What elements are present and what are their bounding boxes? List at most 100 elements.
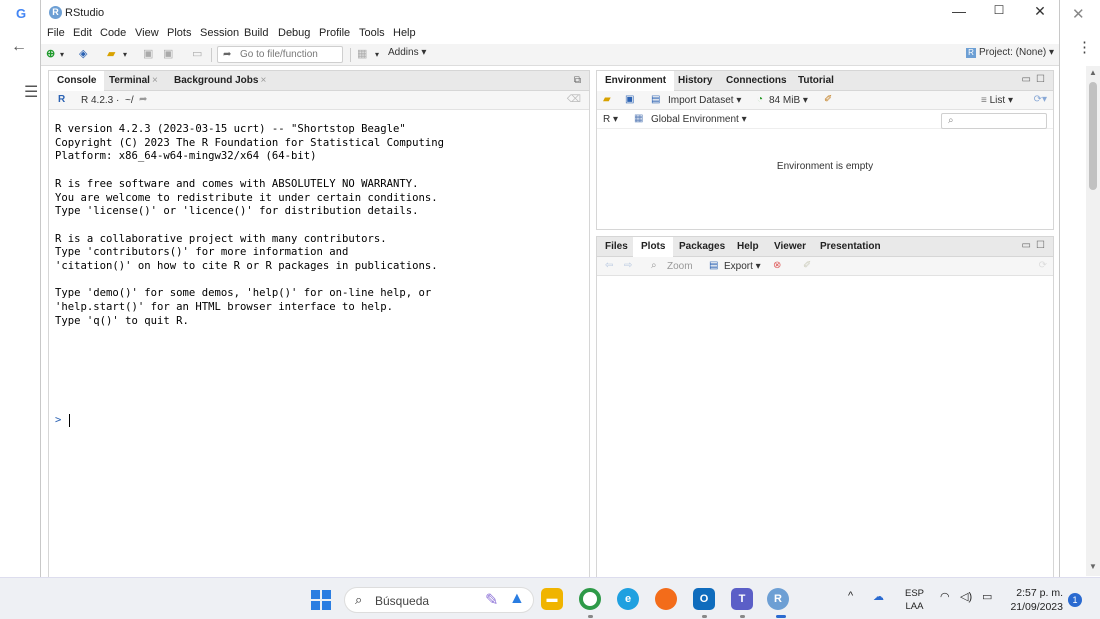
menu-plots[interactable]: Plots [167, 27, 191, 39]
clear-console-icon[interactable]: ⌫ [567, 94, 581, 105]
system-clock[interactable]: 2:57 p. m. 21/09/2023 [1005, 586, 1063, 614]
scroll-thumb[interactable] [1089, 82, 1097, 190]
menu-file[interactable]: File [47, 27, 65, 39]
menu-session[interactable]: Session [200, 27, 239, 39]
maximize-button[interactable]: ☐ [979, 3, 1019, 17]
scroll-down-icon[interactable]: ▼ [1089, 562, 1097, 571]
close-button[interactable]: ✕ [1020, 3, 1060, 20]
search-icon: ⌕ [948, 115, 954, 126]
tab-files[interactable]: Files [605, 241, 628, 252]
new-project-icon[interactable]: ◈ [79, 47, 87, 60]
tab-environment[interactable]: Environment [597, 71, 675, 91]
tab-plots[interactable]: Plots [633, 237, 674, 257]
project-menu[interactable]: R Project: (None) ▾ [966, 47, 1054, 58]
layout-dropdown-icon[interactable]: ▾ [375, 50, 379, 59]
open-file-icon[interactable]: ▰ [107, 47, 115, 60]
menu-debug[interactable]: Debug [278, 27, 310, 39]
hamburger-menu-icon[interactable]: ☰ [24, 82, 38, 102]
taskbar-search[interactable]: ⌕ Búsqueda ✎ ▲ [344, 587, 534, 613]
load-workspace-icon[interactable]: ▰ [603, 94, 611, 105]
list-view-menu[interactable]: ≡ List ▾ [981, 95, 1013, 106]
menu-build[interactable]: Build [244, 27, 268, 39]
refresh-icon[interactable]: ⟳▾ [1034, 94, 1047, 105]
maximize-pane-icon[interactable]: ⧉ [574, 75, 581, 86]
menu-tools[interactable]: Tools [359, 27, 385, 39]
scroll-up-icon[interactable]: ▲ [1089, 68, 1097, 77]
next-plot-icon[interactable]: ⇨ [624, 260, 632, 271]
import-dataset-icon[interactable]: ▤ [651, 94, 660, 105]
save-icon[interactable]: ▣ [143, 47, 153, 60]
chrome-icon[interactable] [579, 588, 601, 610]
separator-dot: · [116, 95, 120, 106]
memory-usage-menu[interactable]: 84 MiB ▾ [769, 95, 808, 106]
tab-terminal[interactable]: Terminal × [109, 75, 158, 86]
remove-plot-icon[interactable]: ⊗ [773, 260, 781, 271]
refresh-icon[interactable]: ⟳ [1039, 260, 1047, 271]
tab-connections[interactable]: Connections [726, 75, 787, 86]
outlook-icon[interactable]: O [693, 588, 715, 610]
print-icon[interactable]: ▭ [192, 47, 202, 60]
wifi-icon[interactable]: ◠ [940, 590, 950, 603]
tab-tutorial[interactable]: Tutorial [798, 75, 834, 86]
addins-menu[interactable]: Addins ▾ [388, 47, 426, 58]
clear-plots-icon[interactable]: ✐ [803, 260, 811, 271]
browser-scrollbar[interactable]: ▲ ▼ [1086, 66, 1100, 576]
tab-history[interactable]: History [678, 75, 712, 86]
notification-badge[interactable]: 1 [1068, 593, 1082, 607]
google-icon[interactable]: G [16, 6, 26, 21]
tab-packages[interactable]: Packages [679, 241, 725, 252]
file-explorer-icon[interactable]: ▬ [541, 588, 563, 610]
start-button[interactable] [311, 590, 331, 610]
cloud-sync-icon[interactable]: ☁ [873, 590, 884, 603]
environment-search-input[interactable]: ⌕ [941, 113, 1047, 129]
goto-dir-icon[interactable]: ➦ [139, 94, 147, 105]
menu-profile[interactable]: Profile [319, 27, 350, 39]
tab-background-jobs[interactable]: Background Jobs × [174, 75, 266, 86]
menu-edit[interactable]: Edit [73, 27, 92, 39]
tab-console[interactable]: Console [49, 71, 105, 91]
firefox-icon[interactable] [655, 588, 677, 610]
previous-plot-icon[interactable]: ⇦ [605, 260, 613, 271]
minimize-button[interactable]: — [939, 3, 979, 19]
new-file-icon[interactable]: ⊕ [46, 47, 55, 60]
scope-select[interactable]: Global Environment ▾ [651, 114, 747, 125]
export-menu[interactable]: Export ▾ [724, 261, 761, 272]
kebab-menu-icon[interactable]: ⋮ [1077, 38, 1092, 56]
edge-icon[interactable]: e [617, 588, 639, 610]
language-indicator[interactable]: ESP LAA [905, 587, 924, 613]
save-workspace-icon[interactable]: ▣ [625, 94, 634, 105]
save-all-icon[interactable]: ▣ [163, 47, 173, 60]
teams-icon[interactable]: T [731, 588, 753, 610]
browser-close-icon[interactable]: ✕ [1072, 5, 1085, 23]
working-dir[interactable]: ~/ [125, 95, 134, 106]
new-file-dropdown-icon[interactable]: ▾ [60, 50, 64, 59]
close-icon[interactable]: × [152, 75, 158, 86]
battery-icon[interactable]: ▭ [982, 590, 992, 603]
goto-file-input[interactable]: ➦ Go to file/function [217, 46, 343, 63]
maximize-pane-icon[interactable]: ☐ [1036, 240, 1045, 251]
environment-icon: ▦ [634, 113, 644, 124]
console-cursor[interactable] [69, 414, 70, 427]
tab-help[interactable]: Help [737, 241, 759, 252]
maximize-pane-icon[interactable]: ☐ [1036, 74, 1045, 85]
minimize-pane-icon[interactable]: ▭ [1022, 74, 1031, 85]
rstudio-taskbar-icon[interactable]: R [767, 588, 789, 610]
search-highlight-icon: ✎ [485, 592, 499, 609]
menu-view[interactable]: View [135, 27, 159, 39]
open-dropdown-icon[interactable]: ▾ [123, 50, 127, 59]
zoom-icon[interactable]: ⌕ [651, 260, 657, 271]
zoom-button[interactable]: Zoom [667, 261, 693, 272]
menu-code[interactable]: Code [100, 27, 126, 39]
grid-layout-icon[interactable]: ▦ [357, 47, 367, 60]
back-arrow-icon[interactable]: ← [11, 38, 27, 56]
menu-help[interactable]: Help [393, 27, 416, 39]
chevron-up-icon[interactable]: ^ [848, 590, 853, 602]
import-dataset-menu[interactable]: Import Dataset ▾ [668, 95, 741, 106]
tab-presentation[interactable]: Presentation [820, 241, 881, 252]
volume-icon[interactable]: ◁) [960, 590, 972, 603]
minimize-pane-icon[interactable]: ▭ [1022, 240, 1031, 251]
close-icon[interactable]: × [260, 75, 266, 86]
tab-viewer[interactable]: Viewer [774, 241, 806, 252]
clear-workspace-icon[interactable]: ✐ [824, 94, 832, 105]
language-select[interactable]: R ▾ [603, 114, 618, 125]
